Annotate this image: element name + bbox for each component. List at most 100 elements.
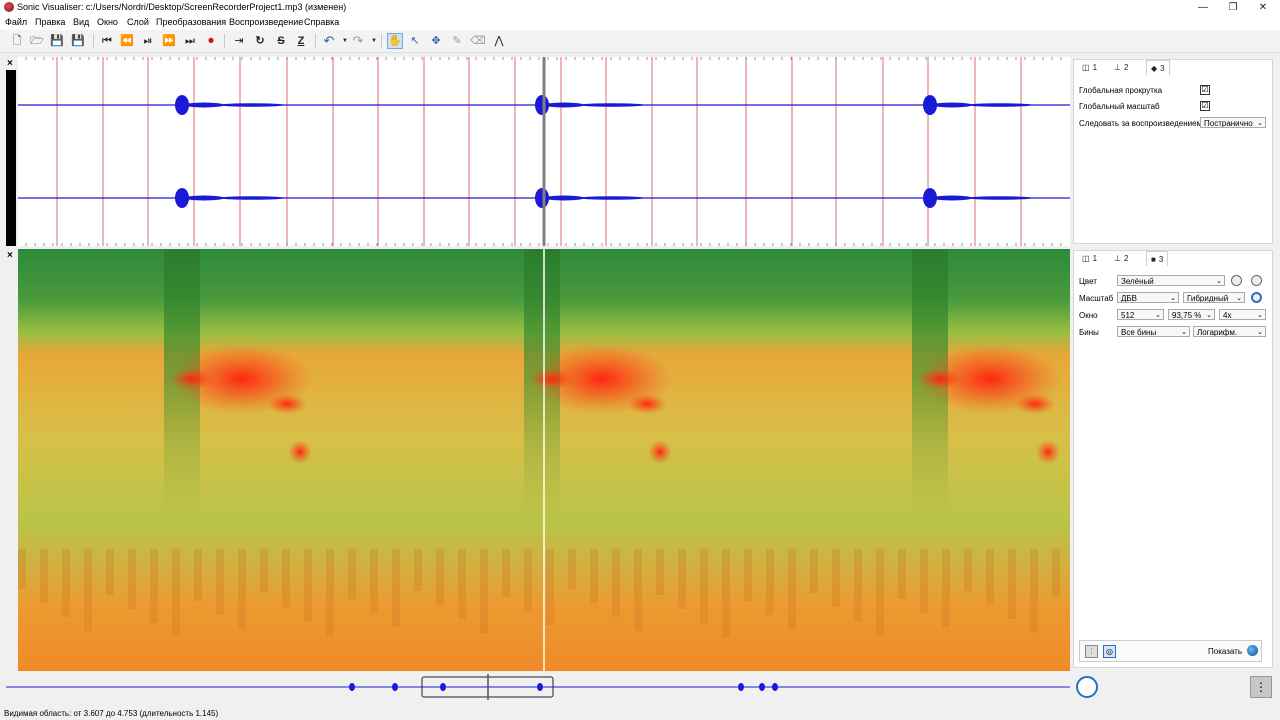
toolbar-separator bbox=[381, 34, 382, 48]
global-scroll-checkbox[interactable]: ☑ bbox=[1200, 85, 1210, 95]
color-select[interactable]: Зелёный ⌄ bbox=[1117, 275, 1225, 286]
erase-icon[interactable]: ⌫ bbox=[470, 33, 486, 49]
menu-layer[interactable]: Слой bbox=[127, 17, 149, 27]
colour-rotation-knob[interactable] bbox=[1251, 292, 1262, 303]
redo-dropdown-icon[interactable]: ▼ bbox=[366, 33, 382, 49]
pane-icon: ◫ bbox=[1082, 253, 1090, 263]
texture-stripe bbox=[942, 549, 950, 627]
window-label: Окно bbox=[1079, 311, 1098, 320]
scale-label: Масштаб bbox=[1079, 294, 1114, 303]
minimize-button[interactable]: — bbox=[1188, 0, 1218, 15]
bins-select[interactable]: Все бины ⌄ bbox=[1117, 326, 1190, 337]
window-size-select[interactable]: 512 ⌄ bbox=[1117, 309, 1164, 320]
bins-scale-select[interactable]: Логарифм. ⌄ bbox=[1193, 326, 1266, 337]
measure-icon[interactable]: ⋀ bbox=[491, 33, 507, 49]
menu-help[interactable]: Справка bbox=[304, 17, 339, 27]
follow-playback-select[interactable]: Постранично ⌄ bbox=[1200, 117, 1266, 128]
overview-canvas[interactable] bbox=[0, 674, 1075, 700]
tab-layer-3[interactable]: ■ 3 bbox=[1146, 251, 1169, 266]
menu-transforms[interactable]: Преобразования bbox=[156, 17, 226, 27]
texture-stripe bbox=[876, 549, 884, 635]
zoom-wheel-icon[interactable] bbox=[1076, 676, 1098, 698]
waveform-tail bbox=[968, 103, 1032, 107]
select-value: ДБВ bbox=[1121, 294, 1138, 303]
tab-view-3[interactable]: ◆ 3 bbox=[1146, 60, 1170, 75]
fast-forward-icon[interactable]: ⏩ bbox=[161, 33, 177, 49]
menu-window[interactable]: Окно bbox=[97, 17, 118, 27]
gain-knob[interactable] bbox=[1231, 275, 1242, 286]
play-selection-icon[interactable]: ⇥ bbox=[231, 33, 247, 49]
spectrogram-icon: ■ bbox=[1151, 254, 1156, 264]
close-pane-button[interactable]: × bbox=[7, 59, 13, 69]
tab-view-1[interactable]: ◫ 1 bbox=[1078, 60, 1101, 74]
chevron-down-icon: ⌄ bbox=[1206, 312, 1212, 319]
solo-icon[interactable]: S bbox=[273, 33, 289, 49]
save-icon[interactable]: 💾 bbox=[49, 33, 65, 49]
select-value: Зелёный bbox=[1121, 277, 1154, 286]
spectrogram-canvas[interactable] bbox=[18, 249, 1070, 671]
maximize-button[interactable]: ❐ bbox=[1218, 0, 1248, 15]
layer-menu-icon[interactable]: ⋮ bbox=[1250, 676, 1272, 698]
pane-icon: ◫ bbox=[1082, 62, 1090, 72]
waveform-tail bbox=[220, 196, 284, 200]
menu-bar: Файл Правка Вид Окно Слой Преобразования… bbox=[0, 15, 1280, 30]
save-as-icon[interactable]: 💾 bbox=[70, 33, 86, 49]
menu-edit[interactable]: Правка bbox=[35, 17, 65, 27]
close-pane-button[interactable]: × bbox=[7, 251, 13, 261]
texture-stripe bbox=[590, 549, 598, 603]
tab-layer-2[interactable]: ⊥ 2 bbox=[1110, 251, 1132, 265]
record-icon[interactable]: ⏺ bbox=[203, 33, 219, 49]
texture-stripe bbox=[612, 549, 620, 617]
spectrogram-pane[interactable] bbox=[18, 249, 1070, 671]
select-icon[interactable]: ↖ bbox=[407, 33, 423, 49]
threshold-knob[interactable] bbox=[1251, 275, 1262, 286]
ruler-icon: ⊥ bbox=[1114, 62, 1121, 72]
layer-controls-bar: ⫶ ◎ Показать bbox=[1079, 640, 1262, 662]
chevron-down-icon: ⌄ bbox=[1216, 278, 1222, 285]
tab-label: 1 bbox=[1092, 62, 1098, 72]
menu-file[interactable]: Файл bbox=[5, 17, 27, 27]
close-window-button[interactable]: ✕ bbox=[1248, 0, 1278, 15]
tab-layer-1[interactable]: ◫ 1 bbox=[1078, 251, 1101, 265]
open-folder-icon[interactable]: 🗁 bbox=[29, 33, 45, 49]
loop-icon[interactable]: ↻ bbox=[252, 33, 268, 49]
texture-stripe bbox=[238, 549, 246, 629]
overview-burst bbox=[772, 683, 778, 691]
pane-scrollbar[interactable] bbox=[6, 70, 16, 246]
oversampling-select[interactable]: 4x ⌄ bbox=[1219, 309, 1266, 320]
show-layer-icon[interactable] bbox=[1247, 645, 1258, 656]
texture-stripe bbox=[304, 549, 312, 621]
redo-icon[interactable]: ↷ bbox=[350, 33, 366, 49]
menu-view[interactable]: Вид bbox=[73, 17, 89, 27]
global-zoom-checkbox[interactable]: ☑ bbox=[1200, 101, 1210, 111]
window-overlap-select[interactable]: 93,75 % ⌄ bbox=[1168, 309, 1215, 320]
follow-icon[interactable]: Z bbox=[293, 33, 309, 49]
scale-mode-select[interactable]: Гибридный ⌄ bbox=[1183, 292, 1245, 303]
navigate-icon[interactable]: ✋ bbox=[387, 33, 403, 49]
status-text: Видимая область: от 3.607 до 4.753 (длит… bbox=[4, 709, 219, 718]
scale-select[interactable]: ДБВ ⌄ bbox=[1117, 292, 1179, 303]
move-icon[interactable]: ✥ bbox=[428, 33, 444, 49]
layer-toggle-icon[interactable]: ⫶ bbox=[1085, 645, 1098, 658]
overview-strip[interactable] bbox=[0, 674, 1075, 700]
texture-stripe bbox=[1030, 549, 1038, 633]
play-layer-icon[interactable]: ◎ bbox=[1103, 645, 1116, 658]
rewind-start-icon[interactable]: ⏮ bbox=[99, 33, 115, 49]
tab-view-2[interactable]: ⊥ 2 bbox=[1110, 60, 1132, 74]
texture-stripe bbox=[326, 549, 334, 635]
waveform-canvas[interactable] bbox=[18, 57, 1070, 246]
draw-icon[interactable]: ✎ bbox=[449, 33, 465, 49]
new-file-icon[interactable]: 🗋 bbox=[9, 33, 25, 49]
menu-playback[interactable]: Воспроизведение bbox=[229, 17, 303, 27]
play-pause-icon[interactable]: ⏯ bbox=[140, 33, 156, 49]
rewind-icon[interactable]: ⏪ bbox=[119, 33, 135, 49]
title-bar: Sonic Visualiser: c:/Users/Nordri/Deskto… bbox=[0, 0, 1280, 15]
chevron-down-icon: ⌄ bbox=[1170, 295, 1176, 302]
waveform-pane[interactable] bbox=[18, 57, 1070, 246]
texture-stripe bbox=[106, 549, 114, 595]
bins-label: Бины bbox=[1079, 328, 1099, 337]
undo-icon[interactable]: ↶ bbox=[321, 33, 337, 49]
select-value: Гибридный bbox=[1187, 294, 1229, 303]
texture-stripe bbox=[986, 549, 994, 605]
ffwd-end-icon[interactable]: ⏭ bbox=[182, 33, 198, 49]
